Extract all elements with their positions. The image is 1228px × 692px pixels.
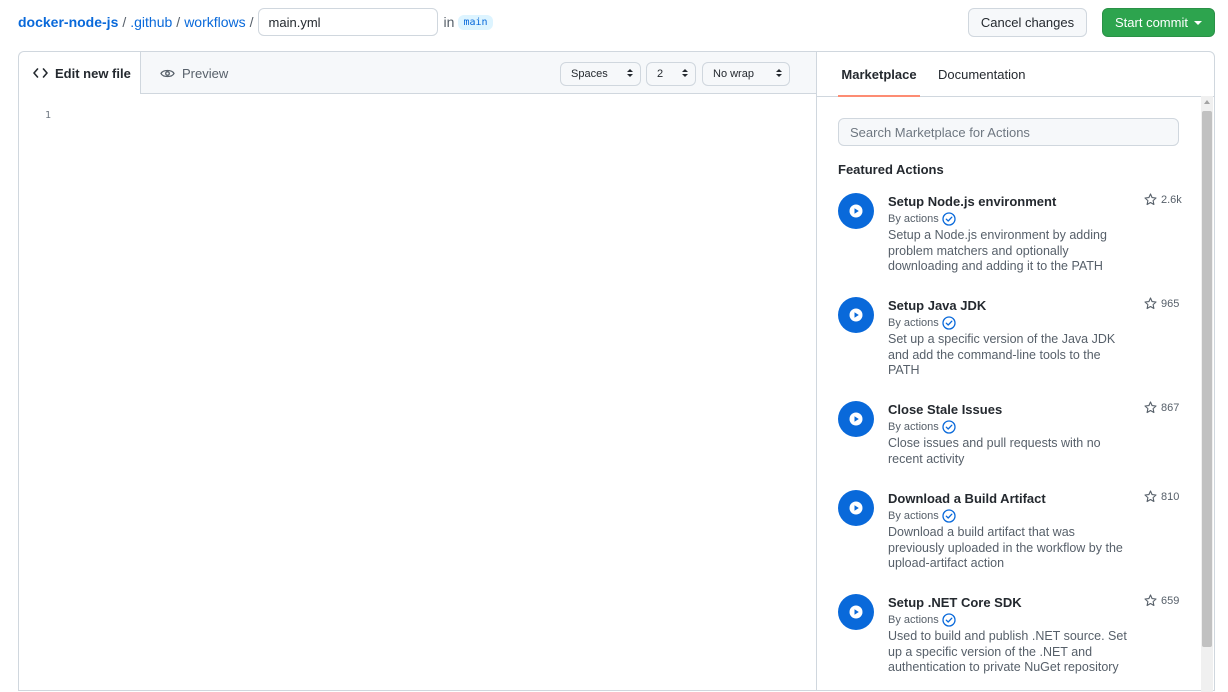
star-icon — [1144, 401, 1157, 414]
action-description: Used to build and publish .NET source. S… — [888, 629, 1127, 674]
action-author: By actions — [888, 420, 956, 434]
line-number: 1 — [45, 110, 52, 121]
star-icon — [1144, 193, 1157, 206]
cancel-changes-label: Cancel changes — [980, 15, 1075, 30]
action-stars: 2.6k — [1144, 193, 1182, 206]
play-icon — [838, 401, 874, 437]
indent-size-value: 2 — [657, 68, 664, 80]
breadcrumb-workflows-link[interactable]: workflows — [184, 14, 245, 30]
action-stars: 810 — [1144, 490, 1179, 503]
action-stars-count: 659 — [1161, 594, 1180, 607]
play-icon — [838, 490, 874, 526]
start-commit-label: Start commit — [1115, 15, 1188, 30]
action-author: By actions — [888, 509, 956, 523]
in-label: in — [443, 14, 455, 30]
eye-icon — [160, 69, 175, 77]
code-icon — [33, 68, 48, 78]
tab-edit-new-file[interactable]: Edit new file — [19, 52, 141, 94]
action-author-label: By actions — [888, 421, 939, 433]
sidebar-tabs: Marketplace Documentation — [817, 52, 1214, 97]
action-description: Close issues and pull requests with no r… — [888, 436, 1101, 466]
tab-marketplace[interactable]: Marketplace — [838, 52, 920, 97]
star-icon — [1144, 594, 1157, 607]
tab-edit-label: Edit new file — [55, 65, 131, 81]
tab-preview[interactable]: Preview — [160, 52, 228, 94]
action-author-label: By actions — [888, 317, 939, 329]
indent-mode-value: Spaces — [571, 68, 608, 80]
actions-sidebar: Marketplace Documentation Featured Actio… — [816, 51, 1215, 692]
breadcrumb-separator: / — [249, 14, 254, 30]
play-icon — [838, 193, 874, 229]
select-arrows-icon — [776, 69, 782, 77]
action-stars-count: 2.6k — [1161, 193, 1182, 206]
sidebar-scrollbar[interactable] — [1201, 96, 1213, 692]
breadcrumb-github-link[interactable]: .github — [130, 14, 172, 30]
action-author-label: By actions — [888, 213, 939, 225]
file-editor: Edit new file Preview Spaces 2 No wrap 1 — [18, 51, 816, 691]
verified-icon — [942, 509, 956, 523]
breadcrumb-separator: / — [176, 14, 181, 30]
action-stars-count: 867 — [1161, 401, 1180, 414]
wrap-mode-value: No wrap — [713, 68, 754, 80]
play-icon — [838, 594, 874, 630]
verified-icon — [942, 613, 956, 627]
action-author: By actions — [888, 212, 956, 226]
select-arrows-icon — [627, 69, 633, 77]
marketplace-search-input[interactable] — [838, 118, 1179, 146]
action-author: By actions — [888, 613, 956, 627]
tab-preview-label: Preview — [182, 65, 229, 81]
verified-icon — [942, 316, 956, 330]
verified-icon — [942, 420, 956, 434]
caret-down-icon — [1193, 20, 1202, 25]
action-name[interactable]: Close Stale Issues — [888, 402, 1002, 417]
cancel-changes-button[interactable]: Cancel changes — [968, 8, 1087, 37]
action-name[interactable]: Setup Java JDK — [888, 298, 986, 313]
star-icon — [1144, 297, 1157, 310]
top-bar: docker-node-js / .github / workflows / m… — [0, 0, 1228, 46]
action-stars-count: 965 — [1161, 297, 1180, 310]
editor-toolbar: Edit new file Preview Spaces 2 No wrap — [19, 52, 816, 94]
select-arrows-icon — [682, 69, 688, 77]
breadcrumb-separator: / — [122, 14, 127, 30]
action-description: Set up a specific version of the Java JD… — [888, 332, 1116, 377]
branch-badge: main — [458, 14, 493, 30]
start-commit-button[interactable]: Start commit — [1102, 8, 1215, 37]
play-icon — [838, 297, 874, 333]
wrap-mode-select[interactable]: No wrap — [702, 62, 790, 86]
filename-input[interactable]: main.yml — [257, 8, 438, 36]
action-stars: 867 — [1144, 401, 1179, 414]
action-stars: 965 — [1144, 297, 1179, 310]
action-author-label: By actions — [888, 614, 939, 626]
breadcrumb-repo-link[interactable]: docker-node-js — [18, 14, 118, 30]
scrollbar-thumb[interactable] — [1202, 111, 1212, 647]
indent-mode-select[interactable]: Spaces — [560, 62, 641, 86]
action-name[interactable]: Download a Build Artifact — [888, 491, 1046, 506]
action-author-label: By actions — [888, 510, 939, 522]
action-name[interactable]: Setup .NET Core SDK — [888, 595, 1022, 610]
action-description: Download a build artifact that was previ… — [888, 525, 1123, 570]
action-name[interactable]: Setup Node.js environment — [888, 194, 1056, 209]
scroll-up-icon[interactable] — [1204, 100, 1210, 104]
action-stars: 659 — [1144, 594, 1179, 607]
breadcrumb: docker-node-js / .github / workflows / m… — [18, 8, 493, 36]
indent-size-select[interactable]: 2 — [646, 62, 696, 86]
action-stars-count: 810 — [1161, 490, 1180, 503]
tab-documentation[interactable]: Documentation — [938, 52, 1025, 96]
featured-actions-heading: Featured Actions — [838, 162, 944, 177]
verified-icon — [942, 212, 956, 226]
star-icon — [1144, 490, 1157, 503]
action-description: Setup a Node.js environment by adding pr… — [888, 228, 1107, 273]
action-author: By actions — [888, 316, 956, 330]
